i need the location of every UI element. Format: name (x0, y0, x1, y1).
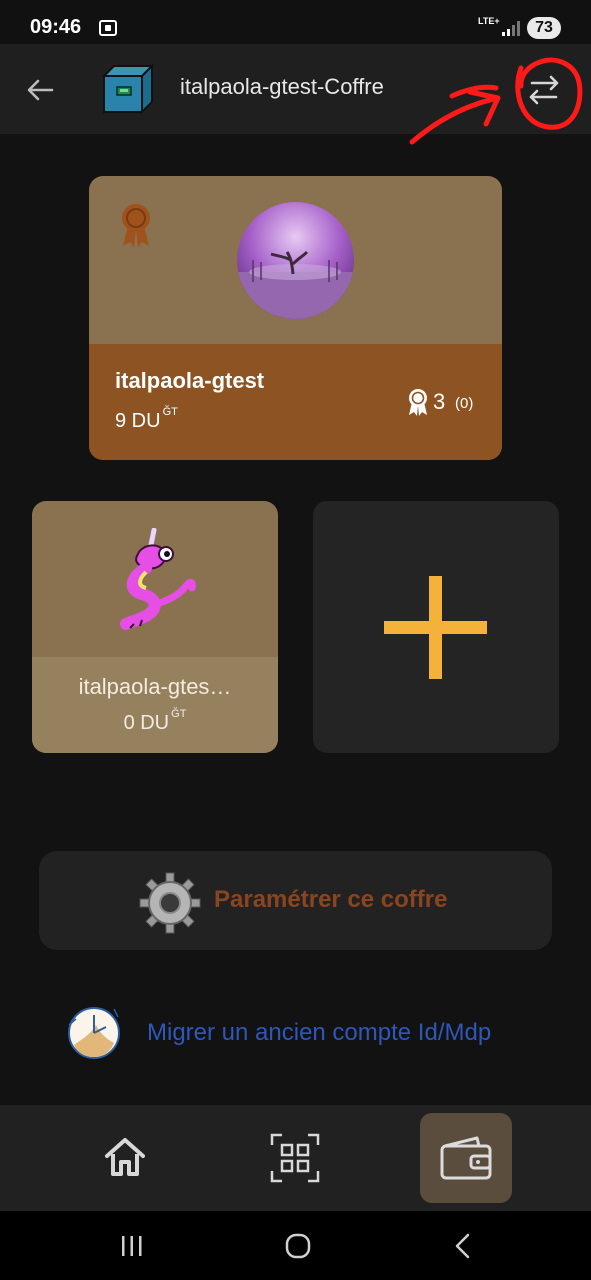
safe-box-icon (102, 64, 154, 114)
wallet-balance-unit: ĞT (162, 406, 178, 418)
wallet-balance-value: 9 DU (115, 410, 161, 432)
certifications-count: 3 (433, 389, 446, 414)
derivation-card-footer (32, 657, 278, 753)
qr-scan-icon[interactable] (270, 1133, 320, 1183)
membership-badge-icon (122, 204, 150, 247)
wallet-name: italpaola-gtest (115, 368, 265, 393)
unicorn-dragon-avatar (120, 528, 196, 630)
network-type: LTE+ (478, 16, 500, 26)
wallet-avatar (237, 202, 354, 319)
back-button-icon[interactable] (452, 1232, 474, 1260)
derivation-balance-unit: ĞT (171, 708, 187, 720)
migrate-account-icon (68, 1007, 120, 1059)
home-button-icon[interactable] (284, 1233, 312, 1259)
migrate-account-link[interactable]: Migrer un ancien compte Id/Mdp (147, 1019, 491, 1047)
wallet-balance: 9 DU ĞT (115, 406, 178, 433)
status-time: 09:46 (30, 16, 82, 38)
page-title: italpaola-gtest-Coffre (180, 74, 384, 99)
plus-icon (384, 576, 487, 679)
home-icon[interactable] (102, 1134, 148, 1180)
swap-arrows-icon[interactable] (524, 72, 564, 108)
battery-level: 73 (527, 17, 561, 39)
signal-icon (502, 21, 520, 36)
gear-icon (139, 872, 201, 934)
derivation-balance: 0 DU ĞT (32, 708, 278, 735)
back-arrow-icon[interactable] (24, 74, 56, 106)
pending-certifications: (0) (455, 395, 474, 412)
derivation-balance-value: 0 DU (123, 712, 170, 734)
configure-safe-label: Paramétrer ce coffre (214, 886, 448, 913)
recent-apps-icon[interactable] (118, 1235, 146, 1257)
wallet-icon (440, 1136, 492, 1180)
certification-icon (409, 389, 427, 416)
derivation-name: italpaola-gtes… (78, 674, 232, 699)
screenshot-icon (99, 20, 117, 36)
